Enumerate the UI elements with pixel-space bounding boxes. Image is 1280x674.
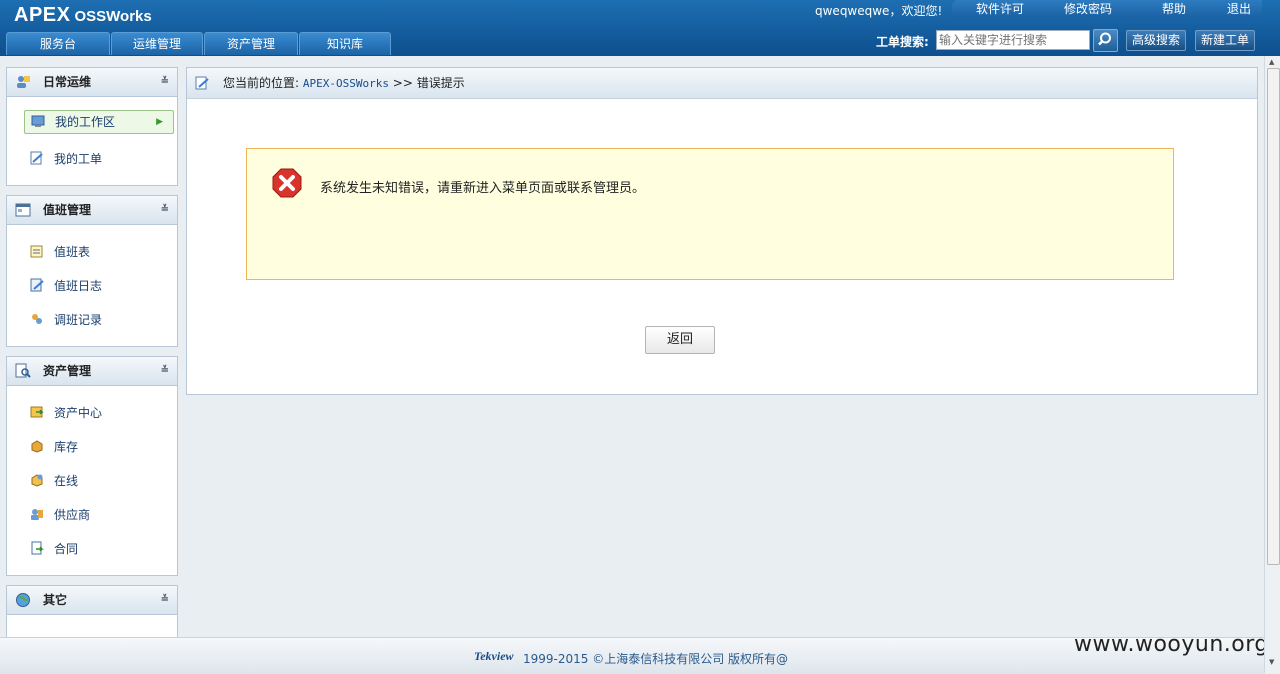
- breadcrumb-prefix: 您当前的位置:: [223, 76, 300, 90]
- online-icon: [31, 474, 43, 487]
- sidebar-item-online[interactable]: 在线: [24, 470, 172, 492]
- tab-assets[interactable]: 资产管理: [204, 32, 298, 55]
- change-password-link[interactable]: 修改密码: [1024, 0, 1112, 18]
- breadcrumb-current: 错误提示: [416, 76, 465, 90]
- sidebar-item-duty-schedule[interactable]: 值班表: [24, 241, 172, 263]
- copyright-text: 1999-2015 ©上海泰信科技有限公司 版权所有@: [523, 652, 789, 666]
- globe-icon: [16, 593, 30, 607]
- sidebar-item-my-tickets[interactable]: 我的工单: [24, 148, 172, 170]
- supplier-icon: [31, 509, 43, 520]
- scroll-down-icon[interactable]: ▼: [1269, 658, 1274, 666]
- edit-icon: [195, 76, 209, 90]
- footer-logo: Tekview: [474, 649, 514, 663]
- tab-operations[interactable]: 运维管理: [111, 32, 203, 55]
- sidebar-item-contract[interactable]: 合同: [24, 538, 172, 560]
- tab-knowledge-base[interactable]: 知识库: [299, 32, 391, 55]
- sidebar-item-asset-center[interactable]: 资产中心: [24, 402, 172, 424]
- scrollbar-thumb[interactable]: [1267, 68, 1280, 565]
- inventory-icon: [31, 440, 43, 453]
- log-icon: [30, 278, 44, 292]
- search-button[interactable]: [1093, 29, 1118, 52]
- app-logo: APEX OSSWorks: [14, 4, 152, 26]
- back-button[interactable]: 返回: [645, 326, 715, 354]
- asset-search-icon: [15, 363, 31, 378]
- logout-link[interactable]: 退出: [1186, 0, 1251, 18]
- sidebar-item-duty-log[interactable]: 值班日志: [24, 275, 172, 297]
- panel-header-other[interactable]: 其它 ≚: [7, 586, 177, 615]
- collapse-icon[interactable]: ≚: [161, 586, 169, 614]
- sidebar-item-shift-record[interactable]: 调班记录: [24, 309, 172, 331]
- sidebar-item-inventory[interactable]: 库存: [24, 436, 172, 458]
- help-link[interactable]: 帮助: [1112, 0, 1186, 18]
- panel-header-asset-management[interactable]: 资产管理 ≚: [7, 357, 177, 386]
- user-icon: [17, 76, 30, 88]
- search-icon: [1098, 32, 1111, 46]
- arrow-right-icon: ▶: [156, 117, 163, 127]
- top-links: 软件许可 修改密码 帮助 退出: [952, 0, 1262, 18]
- workspace-icon: [31, 115, 45, 127]
- sidebar-item-supplier[interactable]: 供应商: [24, 504, 172, 526]
- panel-asset-management: 资产管理 ≚ 资产中心 库存 在线 供应商 合同: [6, 356, 178, 576]
- schedule-icon: [30, 245, 43, 258]
- error-icon: [272, 168, 302, 198]
- asset-center-icon: [30, 406, 44, 418]
- header-bar: APEX OSSWorks qweqweqwe，欢迎您! 软件许可 修改密码 帮助…: [0, 0, 1280, 56]
- panel-duty-management: 值班管理 ≚ 值班表 值班日志 调班记录: [6, 195, 178, 347]
- collapse-icon[interactable]: ≚: [161, 68, 169, 96]
- contract-icon: [31, 541, 44, 555]
- shift-icon: [32, 314, 42, 324]
- sidebar-item-my-workspace[interactable]: 我的工作区 ▶: [24, 110, 174, 134]
- new-ticket-button[interactable]: 新建工单: [1195, 30, 1256, 51]
- panel-header-daily-ops[interactable]: 日常运维 ≚: [7, 68, 177, 97]
- collapse-icon[interactable]: ≚: [161, 357, 169, 385]
- calendar-icon: [15, 203, 31, 217]
- scroll-up-icon[interactable]: ▲: [1269, 58, 1274, 66]
- error-message-box: 系统发生未知错误，请重新进入菜单页面或联系管理员。: [246, 148, 1174, 280]
- advanced-search-button[interactable]: 高级搜索: [1126, 30, 1187, 51]
- breadcrumb: 您当前的位置: APEX-OSSWorks >> 错误提示: [187, 68, 1257, 99]
- main-tabs: 服务台 运维管理 资产管理 知识库: [6, 32, 392, 56]
- license-link[interactable]: 软件许可: [952, 0, 1024, 18]
- panel-daily-ops: 日常运维 ≚ 我的工作区 ▶ 我的工单: [6, 67, 178, 186]
- main-content: 您当前的位置: APEX-OSSWorks >> 错误提示 系统发生未知错误，请…: [186, 67, 1258, 395]
- tab-service-desk[interactable]: 服务台: [6, 32, 110, 55]
- search-label: 工单搜索:: [876, 35, 929, 49]
- breadcrumb-separator: >>: [392, 76, 413, 90]
- edit-ticket-icon: [30, 151, 43, 165]
- panel-header-duty-management[interactable]: 值班管理 ≚: [7, 196, 177, 225]
- search-input[interactable]: [936, 30, 1090, 50]
- welcome-text: qweqweqwe，欢迎您!: [815, 4, 943, 18]
- page-scrollbar[interactable]: ▲ ▼: [1264, 56, 1280, 673]
- error-message-text: 系统发生未知错误，请重新进入菜单页面或联系管理员。: [320, 181, 646, 196]
- breadcrumb-home-link[interactable]: APEX-OSSWorks: [303, 77, 389, 90]
- watermark: www.wooyun.org: [1074, 632, 1269, 657]
- collapse-icon[interactable]: ≚: [161, 196, 169, 224]
